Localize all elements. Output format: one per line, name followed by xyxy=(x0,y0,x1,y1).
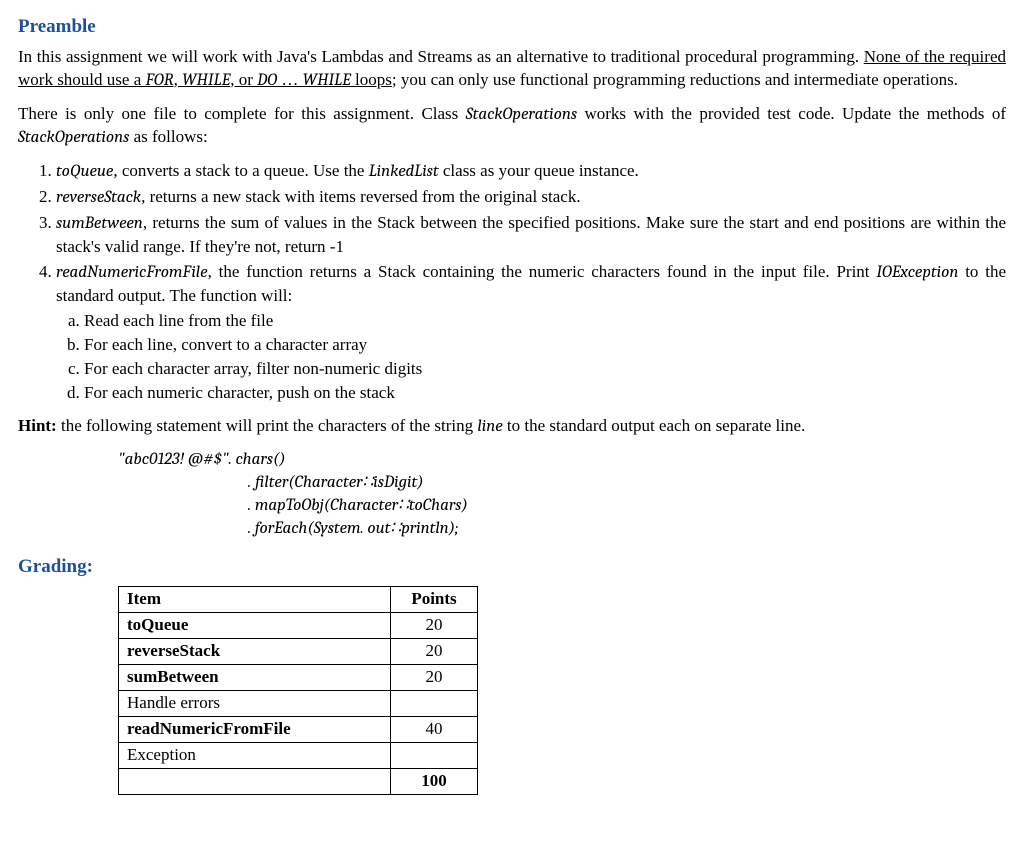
table-row: Handle errors xyxy=(119,690,478,716)
p1-dots: … xyxy=(277,70,303,89)
p1-while2: WHILE xyxy=(303,71,351,90)
header-item: Item xyxy=(119,587,391,613)
item1-tail: class as your queue instance. xyxy=(439,161,639,180)
code-l1b: . chars() xyxy=(229,450,286,469)
cell-item: Handle errors xyxy=(119,690,391,716)
table-header-row: Item Points xyxy=(119,587,478,613)
hint-block: Hint: the following statement will print… xyxy=(18,415,1006,541)
list-item-2: reverseStack, returns a new stack with i… xyxy=(56,186,1006,210)
code-line-1: "abc0123! @#$". chars() xyxy=(118,449,1006,472)
hint-line-word: line xyxy=(477,417,502,436)
list-item-4: readNumericFromFile, the function return… xyxy=(56,261,1006,405)
table-total-row: 100 xyxy=(119,768,478,794)
sub-a: Read each line from the file xyxy=(84,310,1006,333)
grading-heading: Grading: xyxy=(18,554,1006,580)
cell-points: 20 xyxy=(391,613,478,639)
cell-points: 40 xyxy=(391,716,478,742)
p1-do: DO xyxy=(257,71,277,90)
p2-d: StackOperations xyxy=(18,128,129,147)
intro-paragraph-2: There is only one file to complete for t… xyxy=(18,103,1006,151)
total-empty xyxy=(119,768,391,794)
cell-item: readNumericFromFile xyxy=(119,716,391,742)
header-points: Points xyxy=(391,587,478,613)
table-row: Exception xyxy=(119,742,478,768)
code-line-2: . filter(Character∷isDigit) xyxy=(118,472,1006,495)
item2-code: reverseStack xyxy=(56,188,141,207)
cell-item: toQueue xyxy=(119,613,391,639)
cell-points xyxy=(391,742,478,768)
table-row: reverseStack 20 xyxy=(119,638,478,664)
p1-while: WHILE xyxy=(182,71,230,90)
p1-for: FOR xyxy=(145,71,173,90)
code-block: "abc0123! @#$". chars() . filter(Charact… xyxy=(118,449,1006,541)
cell-item: Exception xyxy=(119,742,391,768)
preamble-heading: Preamble xyxy=(18,14,1006,40)
hint-paragraph: Hint: the following statement will print… xyxy=(18,415,1006,439)
hint-label: Hint: xyxy=(18,416,57,435)
grading-table: Item Points toQueue 20 reverseStack 20 s… xyxy=(118,586,478,795)
p2-e: as follows: xyxy=(129,127,207,146)
total-value: 100 xyxy=(391,768,478,794)
p1-mid1: , xyxy=(174,70,183,89)
list-item-3: sumBetween, returns the sum of values in… xyxy=(56,212,1006,259)
sublist-item4: Read each line from the file For each li… xyxy=(56,310,1006,405)
list-item-1: toQueue, converts a stack to a queue. Us… xyxy=(56,160,1006,184)
hint-text-a: the following statement will print the c… xyxy=(57,416,478,435)
item1-class: LinkedList xyxy=(369,162,439,181)
item3-code: sumBetween xyxy=(56,214,143,233)
item1-mid: , converts a stack to a queue. Use the xyxy=(113,161,368,180)
table-row: toQueue 20 xyxy=(119,613,478,639)
item4-mid: , the function returns a Stack containin… xyxy=(208,262,877,281)
intro-paragraph-1: In this assignment we will work with Jav… xyxy=(18,46,1006,93)
p2-b: StackOperations xyxy=(466,105,577,124)
p1-u-suffix: loops xyxy=(351,70,392,89)
sub-c: For each character array, filter non-num… xyxy=(84,358,1006,381)
table-row: sumBetween 20 xyxy=(119,664,478,690)
sub-d: For each numeric character, push on the … xyxy=(84,382,1006,405)
p1-text-c: ; you can only use functional programmin… xyxy=(392,70,958,89)
code-line-3: . mapToObj(Character∷toChars) xyxy=(118,495,1006,518)
cell-points: 20 xyxy=(391,638,478,664)
p1-text-a: In this assignment we will work with Jav… xyxy=(18,47,864,66)
cell-item: sumBetween xyxy=(119,664,391,690)
item4-exc: IOException xyxy=(876,263,958,282)
p2-a: There is only one file to complete for t… xyxy=(18,104,466,123)
hint-text-b: to the standard output each on separate … xyxy=(503,416,806,435)
table-row: readNumericFromFile 40 xyxy=(119,716,478,742)
code-l1a: "abc0123! @#$" xyxy=(118,450,229,469)
p2-c: works with the provided test code. Updat… xyxy=(577,104,1006,123)
cell-points: 20 xyxy=(391,664,478,690)
item3-tail: , returns the sum of values in the Stack… xyxy=(56,213,1006,256)
item1-code: toQueue xyxy=(56,162,113,181)
p1-mid2: , or xyxy=(230,70,257,89)
methods-list: toQueue, converts a stack to a queue. Us… xyxy=(18,160,1006,404)
code-line-4: . forEach(System. out∷println); xyxy=(118,518,1006,541)
sub-b: For each line, convert to a character ar… xyxy=(84,334,1006,357)
cell-item: reverseStack xyxy=(119,638,391,664)
cell-points xyxy=(391,690,478,716)
item4-code: readNumericFromFile xyxy=(56,263,208,282)
table-body: toQueue 20 reverseStack 20 sumBetween 20… xyxy=(119,613,478,795)
item2-tail: , returns a new stack with items reverse… xyxy=(141,187,581,206)
